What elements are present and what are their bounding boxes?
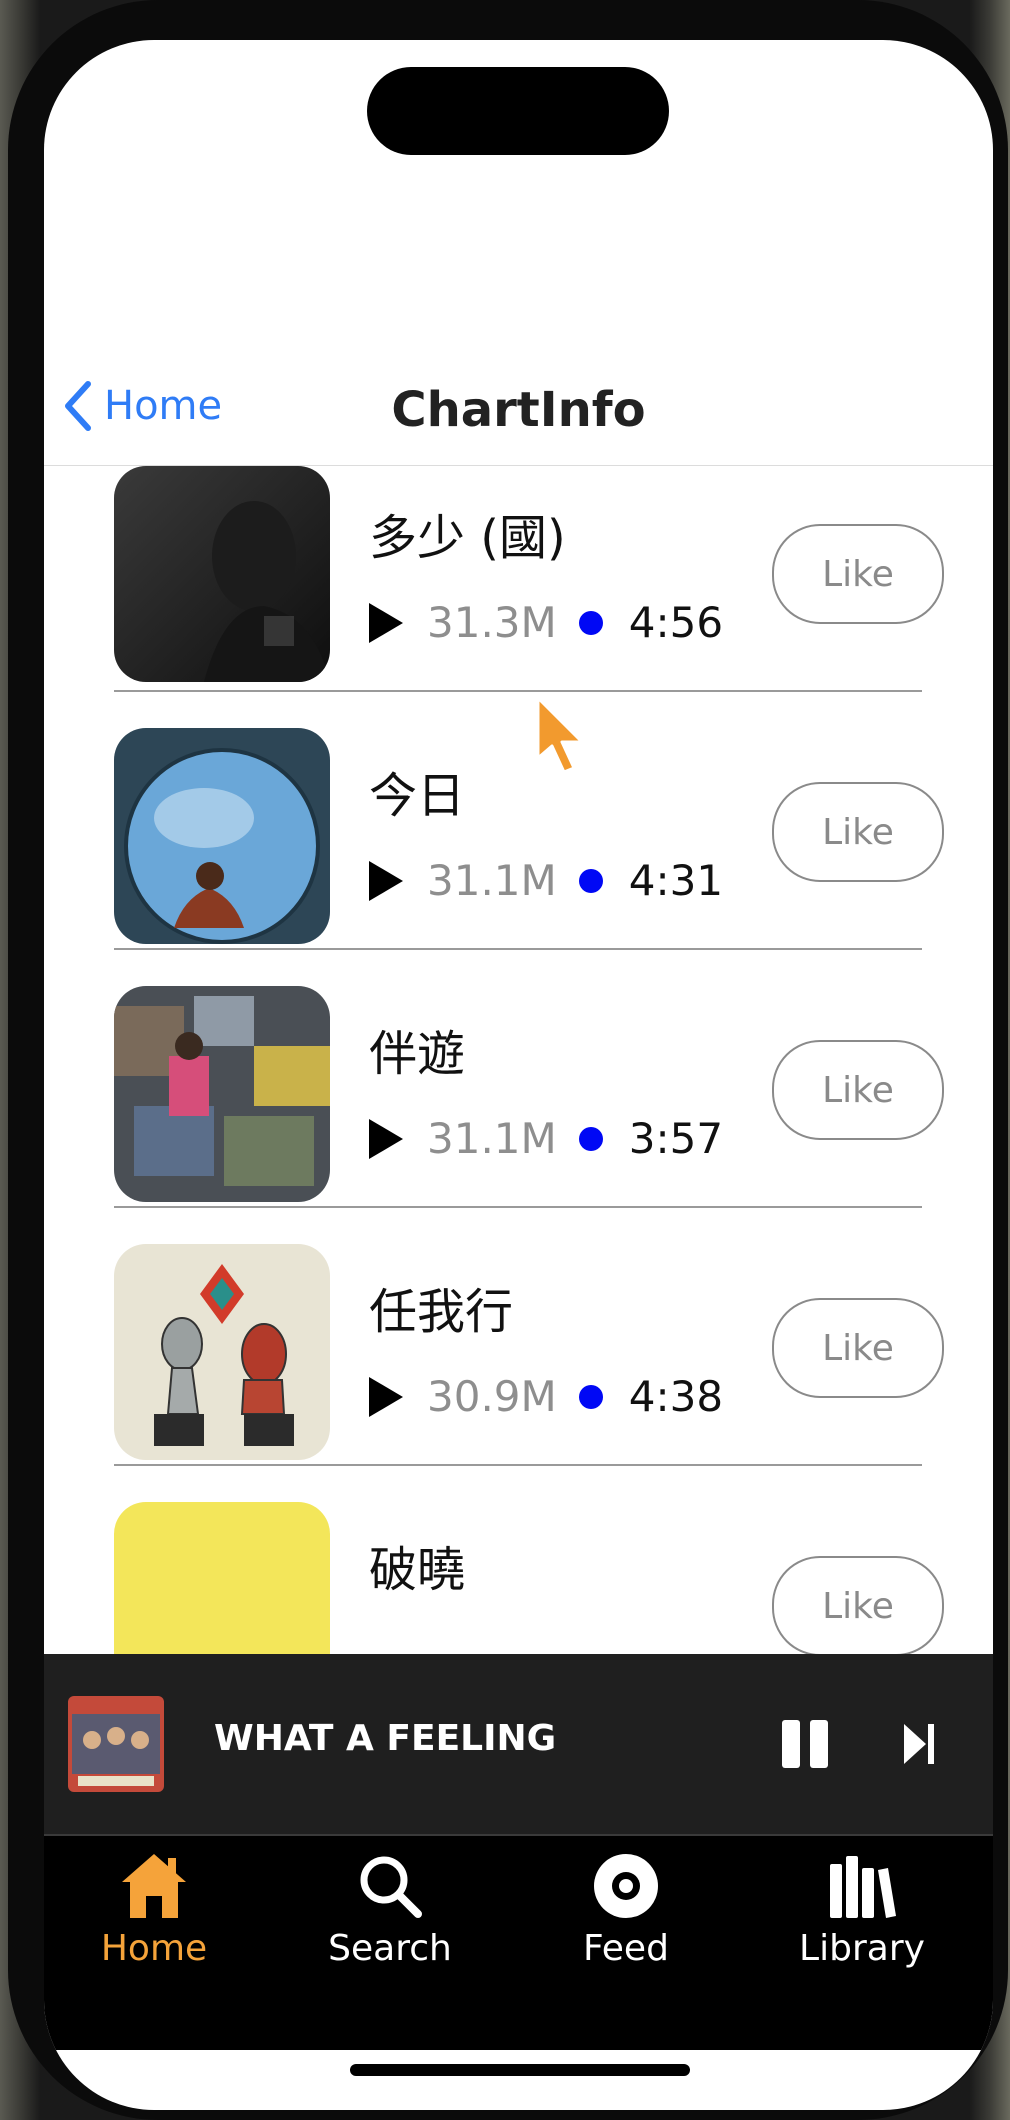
dot-icon — [578, 610, 603, 635]
song-list[interactable]: 多少 (國) 31.3M 4:56 Like 今日 31.1M 4:31 Lik… — [44, 466, 993, 1656]
tab-label: Library — [799, 1928, 925, 1969]
now-playing-art — [68, 1696, 164, 1792]
dot-icon — [578, 1384, 603, 1409]
now-playing-title: WHAT A FEELING — [214, 1718, 557, 1759]
tab-label: Search — [328, 1928, 452, 1969]
tab-label: Home — [100, 1928, 208, 1969]
like-button[interactable]: Like — [772, 1040, 944, 1140]
disc-icon — [594, 1854, 658, 1918]
tab-feed[interactable]: Feed — [516, 1850, 736, 1969]
page-title: ChartInfo — [391, 382, 646, 438]
pause-icon — [782, 1720, 800, 1768]
tab-home[interactable]: Home — [44, 1850, 264, 1969]
tab-label: Feed — [583, 1928, 669, 1969]
song-title: 任我行 — [369, 1284, 514, 1340]
song-meta: 31.3M 4:56 — [369, 598, 723, 647]
song-row[interactable]: 今日 31.1M 4:31 Like — [44, 724, 993, 982]
song-meta: 30.9M 4:38 — [369, 1372, 723, 1421]
screen: Home ChartInfo 多少 (國) 31.3M 4:56 Like 今日… — [44, 40, 993, 2110]
like-button[interactable]: Like — [772, 782, 944, 882]
song-title: 破曉 — [369, 1542, 466, 1598]
like-button[interactable]: Like — [772, 524, 944, 624]
album-art — [114, 986, 330, 1202]
song-title: 多少 (國) — [369, 510, 566, 566]
song-meta: 31.1M 3:57 — [369, 1114, 723, 1163]
dynamic-island — [367, 67, 669, 155]
play-count: 31.3M — [427, 598, 557, 647]
like-button[interactable]: Like — [772, 1298, 944, 1398]
pause-icon-bar — [810, 1720, 828, 1768]
duration: 4:31 — [628, 856, 724, 905]
song-meta: 31.1M 4:31 — [369, 856, 723, 905]
divider — [114, 948, 922, 950]
skip-next-button[interactable] — [902, 1720, 938, 1768]
library-icon — [830, 1856, 896, 1918]
pause-button[interactable] — [782, 1720, 830, 1768]
play-count: 30.9M — [427, 1372, 557, 1421]
duration: 3:57 — [628, 1114, 724, 1163]
song-row[interactable]: 任我行 30.9M 4:38 Like — [44, 1240, 993, 1498]
navigation-bar: Home ChartInfo — [44, 330, 993, 466]
duration: 4:38 — [628, 1372, 724, 1421]
like-button[interactable]: Like — [772, 1556, 944, 1656]
pointer-cursor-icon — [536, 696, 584, 774]
album-art — [114, 728, 330, 944]
song-title: 今日 — [369, 768, 466, 824]
play-count: 31.1M — [427, 1114, 557, 1163]
play-icon — [369, 860, 403, 901]
song-title: 伴遊 — [369, 1026, 466, 1082]
duration: 4:56 — [628, 598, 724, 647]
album-art — [114, 1244, 330, 1460]
divider — [114, 690, 922, 692]
album-art — [114, 466, 330, 682]
divider — [114, 1464, 922, 1466]
play-icon — [369, 1118, 403, 1159]
play-icon — [369, 1376, 403, 1417]
house-icon — [122, 1854, 186, 1918]
divider — [114, 1206, 922, 1208]
tab-library[interactable]: Library — [752, 1850, 972, 1969]
album-art — [114, 1502, 330, 1656]
tab-bar: Home Search Feed Library — [44, 1836, 993, 2050]
magnifier-icon — [360, 1856, 422, 1918]
home-indicator[interactable] — [350, 2064, 690, 2076]
song-row[interactable]: 多少 (國) 31.3M 4:56 Like — [44, 466, 993, 724]
tab-search[interactable]: Search — [280, 1850, 500, 1969]
song-row[interactable]: 伴遊 31.1M 3:57 Like — [44, 982, 993, 1240]
dot-icon — [578, 868, 603, 893]
mini-player[interactable]: WHAT A FEELING — [44, 1654, 993, 1836]
play-count: 31.1M — [427, 856, 557, 905]
play-icon — [369, 602, 403, 643]
dot-icon — [578, 1126, 603, 1151]
song-row[interactable]: 破曉 Like — [44, 1498, 993, 1656]
